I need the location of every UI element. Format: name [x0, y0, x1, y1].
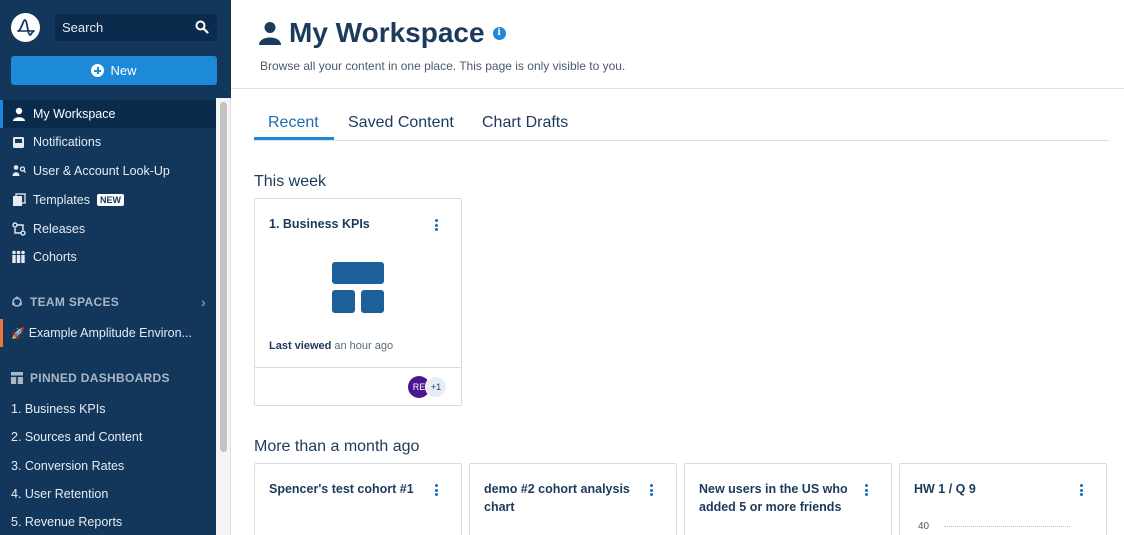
chevron-right-icon[interactable]: › [201, 294, 206, 310]
rocket-icon: 🚀 [11, 327, 25, 340]
inbox-icon [11, 135, 26, 150]
sidebar-item-label: User & Account Look-Up [33, 164, 170, 178]
pinned-dashboard-item[interactable]: 5. Revenue Reports [11, 515, 122, 529]
amplitude-logo-icon[interactable] [11, 13, 40, 42]
sidebar-item-environment[interactable]: 🚀 Example Amplitude Environ... [0, 319, 216, 347]
search-icon [195, 20, 209, 34]
tab-saved-content[interactable]: Saved Content [348, 114, 454, 142]
sidebar-item-label: Cohorts [33, 250, 77, 264]
more-options-icon[interactable] [649, 484, 653, 496]
sidebar-item-templates[interactable]: Templates NEW [0, 186, 216, 214]
section-this-week: This week [254, 173, 327, 190]
tab-bar: Recent Saved Content Chart Drafts [254, 110, 1109, 141]
search-label: Search [62, 20, 104, 35]
person-icon [259, 22, 281, 45]
chart-gridline [944, 526, 1070, 527]
title-row: My Workspace i [259, 17, 506, 49]
cohorts-icon [11, 250, 26, 265]
sidebar: Search New My Workspace Notifications Us… [0, 0, 231, 535]
card-title: Spencer's test cohort #1 [269, 482, 414, 496]
active-tab-indicator [254, 137, 334, 140]
card-title: HW 1 / Q 9 [914, 482, 976, 496]
pinned-dashboard-item[interactable]: 1. Business KPIs [11, 402, 106, 416]
dashboard-grid-icon [11, 372, 23, 384]
sidebar-item-label: Notifications [33, 135, 102, 149]
last-viewed-label: Last viewed [269, 340, 332, 352]
pinned-dashboards-header: PINNED DASHBOARDS [11, 371, 206, 385]
main-content: My Workspace i Browse all your content i… [231, 0, 1124, 535]
saved-item-card[interactable]: New users in the US who added 5 or more … [684, 463, 892, 535]
last-viewed-time: an hour ago [334, 340, 394, 352]
page-subtitle: Browse all your content in one place. Th… [260, 59, 626, 73]
pinned-dashboards-label: PINNED DASHBOARDS [30, 371, 170, 385]
sidebar-item-releases[interactable]: Releases [0, 215, 216, 243]
sidebar-item-label: Templates [33, 193, 90, 207]
last-viewed: Last viewed an hour ago [269, 340, 393, 352]
tab-chart-drafts[interactable]: Chart Drafts [482, 114, 568, 142]
pinned-dashboard-item[interactable]: 4. User Retention [11, 487, 108, 501]
plus-circle-icon [91, 64, 105, 77]
sidebar-item-my-workspace[interactable]: My Workspace [0, 100, 216, 128]
new-button[interactable]: New [11, 56, 217, 85]
avatar-more-count[interactable]: +1 [425, 376, 447, 398]
saved-item-card[interactable]: demo #2 cohort analysis chart [469, 463, 677, 535]
pinned-dashboard-item[interactable]: 2. Sources and Content [11, 430, 142, 444]
more-options-icon[interactable] [434, 484, 438, 496]
card-title: demo #2 cohort analysis chart [484, 482, 630, 514]
more-options-icon[interactable] [864, 484, 868, 496]
saved-item-card[interactable]: Spencer's test cohort #1 [254, 463, 462, 535]
card-title: New users in the US who added 5 or more … [699, 482, 848, 514]
team-spaces-label: TEAM SPACES [30, 295, 120, 309]
sidebar-item-label: Releases [33, 222, 86, 236]
more-options-icon[interactable] [434, 219, 438, 231]
page-header: My Workspace i Browse all your content i… [231, 0, 1124, 89]
sidebar-nav: My Workspace Notifications User & Accoun… [0, 98, 216, 535]
dashboard-card[interactable]: 1. Business KPIs Last viewed an hour ago … [254, 198, 462, 406]
person-icon [11, 107, 26, 122]
scrollbar-thumb[interactable] [220, 102, 227, 452]
new-button-label: New [110, 63, 137, 78]
sidebar-item-notifications[interactable]: Notifications [0, 128, 216, 156]
card-footer: RE +1 [255, 367, 461, 405]
info-icon[interactable]: i [492, 26, 506, 40]
team-spaces-header[interactable]: TEAM SPACES › [11, 294, 206, 310]
sidebar-item-cohorts[interactable]: Cohorts [0, 243, 216, 271]
search-input[interactable]: Search [55, 14, 217, 41]
chart-tick-label: 40 [918, 521, 930, 532]
saved-item-card[interactable]: HW 1 / Q 9 40 [899, 463, 1107, 535]
sidebar-scrollbar[interactable] [216, 98, 231, 535]
card-title: 1. Business KPIs [269, 217, 370, 231]
dashboard-icon [332, 262, 384, 313]
page-title: My Workspace [289, 17, 485, 48]
more-options-icon[interactable] [1079, 484, 1083, 496]
sidebar-top: Search New [0, 0, 231, 98]
releases-icon [11, 222, 26, 237]
sidebar-item-user-lookup[interactable]: User & Account Look-Up [0, 157, 216, 185]
sidebar-item-label: My Workspace [33, 107, 116, 121]
team-spaces-icon [12, 296, 22, 307]
user-lookup-icon [11, 164, 26, 179]
environment-label: Example Amplitude Environ... [28, 326, 192, 340]
templates-icon [11, 193, 26, 208]
new-badge: NEW [96, 194, 124, 206]
pinned-dashboard-item[interactable]: 3. Conversion Rates [11, 459, 124, 473]
section-month-ago: More than a month ago [254, 438, 420, 455]
